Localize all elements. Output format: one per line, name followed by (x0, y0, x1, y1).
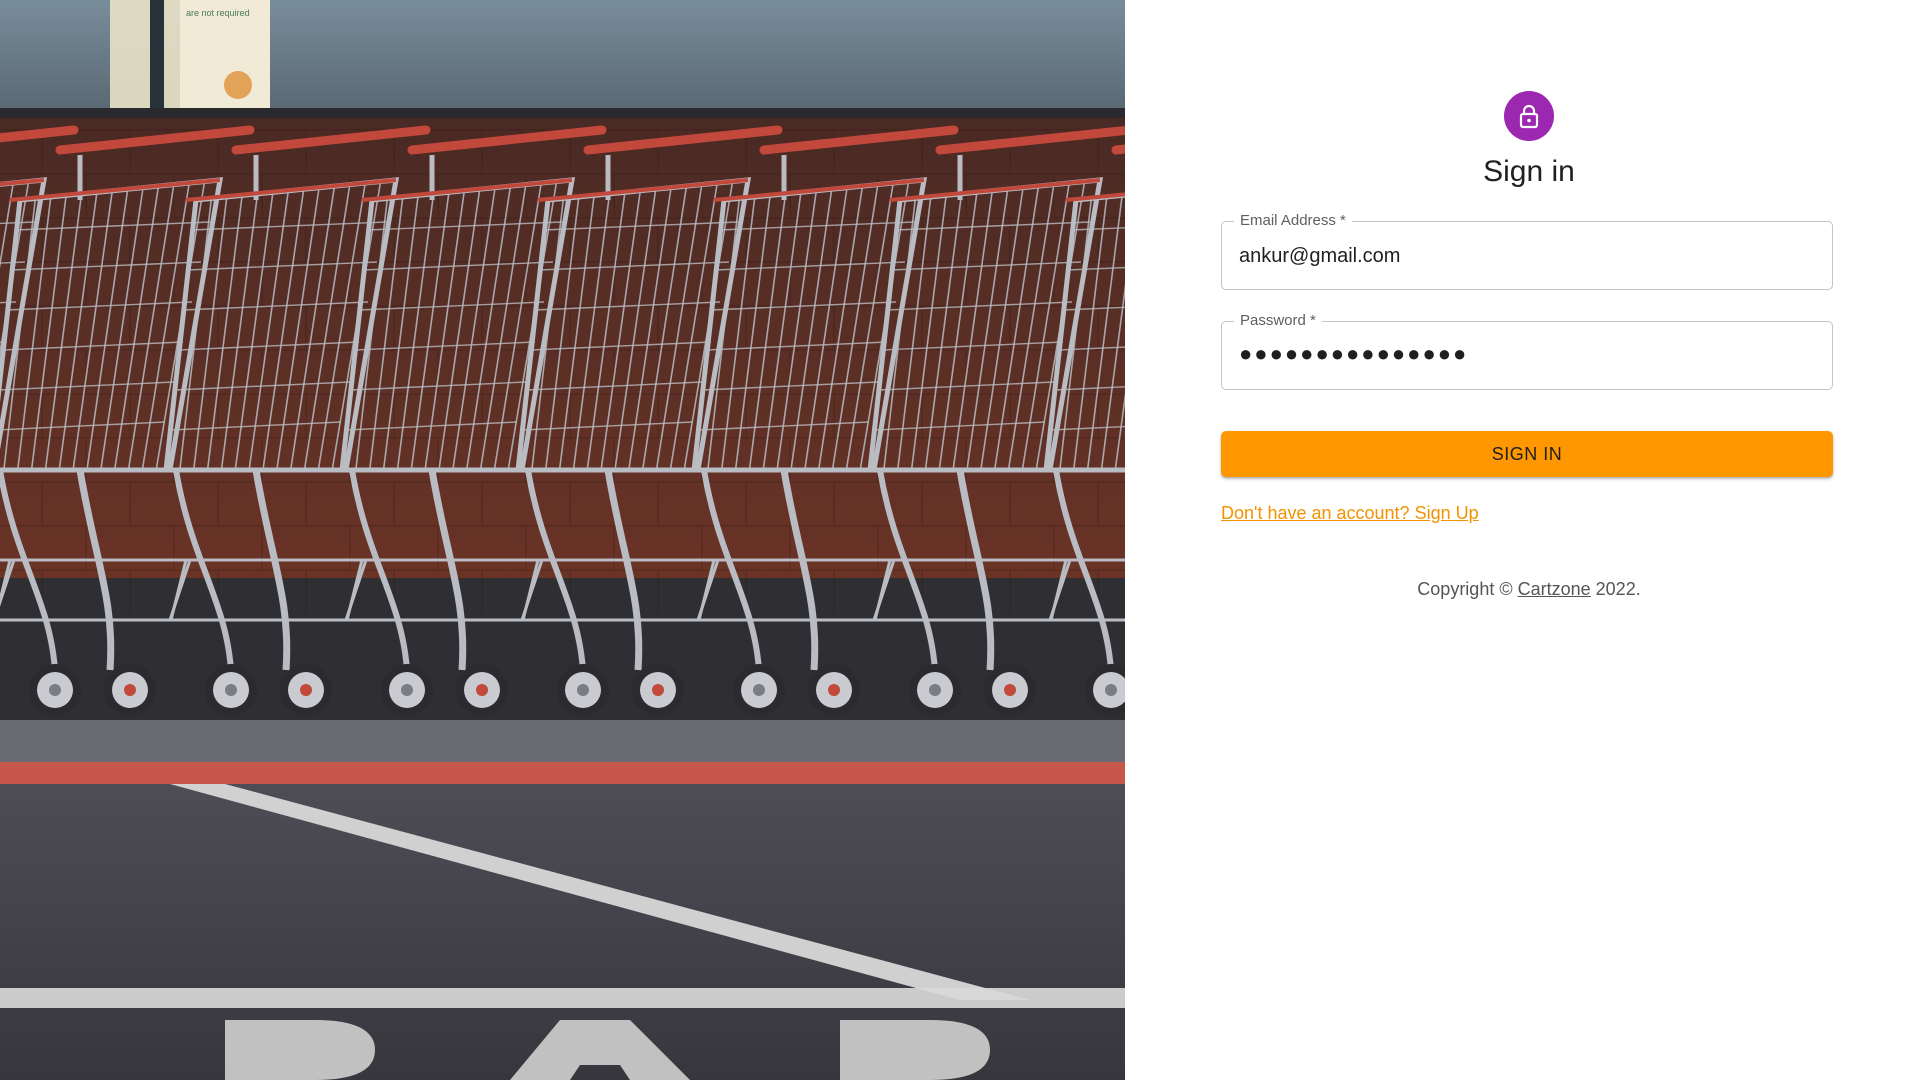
shopping-carts-photo: are not required (0, 0, 1125, 1080)
copyright-suffix: 2022. (1590, 579, 1641, 599)
lock-avatar (1504, 91, 1554, 141)
sign-up-link[interactable]: Don't have an account? Sign Up (1221, 502, 1479, 524)
page-title: Sign in (1483, 155, 1575, 188)
email-field-label: Email Address * (1234, 212, 1352, 230)
brand-link[interactable]: Cartzone (1518, 579, 1591, 599)
password-field-label: Password * (1234, 312, 1322, 330)
email-input[interactable]: ankur@gmail.com (1239, 244, 1400, 268)
lock-icon (1519, 104, 1539, 129)
password-field[interactable]: Password * ●●●●●●●●●●●●●●● (1221, 312, 1833, 390)
store-sign-text: are not required (186, 8, 250, 18)
hero-image-panel: are not required (0, 0, 1125, 1080)
sign-in-form-panel: Sign in Email Address * ankur@gmail.com … (1125, 0, 1920, 1080)
sign-in-page: are not required Sign in Email Address *… (0, 0, 1920, 1080)
copyright-footer: Copyright © Cartzone 2022. (1125, 578, 1920, 600)
password-input[interactable]: ●●●●●●●●●●●●●●● (1239, 342, 1468, 366)
copyright-prefix: Copyright © (1417, 579, 1518, 599)
sign-in-button[interactable]: SIGN IN (1221, 431, 1833, 477)
email-field[interactable]: Email Address * ankur@gmail.com (1221, 212, 1833, 290)
